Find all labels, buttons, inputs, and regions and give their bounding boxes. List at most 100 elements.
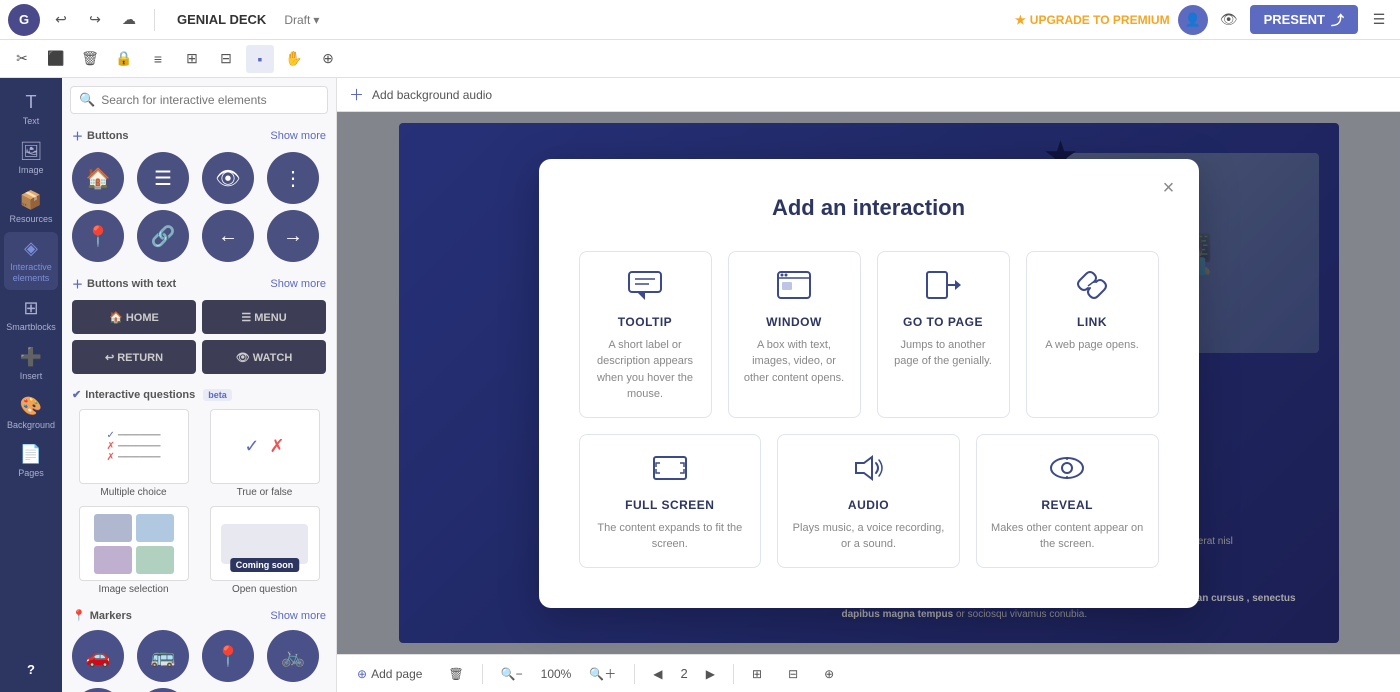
sidebar-item-pages[interactable]: 📄 Pages (4, 438, 58, 485)
doc-name-area[interactable]: GENIAL DECK (167, 8, 276, 31)
canvas-top-bar: ＋ Add background audio (337, 78, 1400, 112)
help-button[interactable]: ? (18, 656, 44, 682)
btn-text-home[interactable]: 🏠 HOME (72, 300, 196, 334)
delete-icon[interactable]: 🗑 (76, 45, 104, 73)
plus2-icon: ＋ (72, 276, 83, 292)
interaction-cards-row1: TOOLTIP A short label or description app… (579, 251, 1159, 418)
reveal-icon (1049, 453, 1085, 490)
check-icon: ✔ (72, 388, 81, 401)
upgrade-button[interactable]: ★ UPGRADE TO PREMIUM (1015, 13, 1170, 27)
search-input[interactable] (101, 93, 319, 107)
sidebar-item-label-insert: Insert (20, 371, 43, 382)
sidebar-item-text[interactable]: T Text (4, 86, 58, 133)
zoom-in-button[interactable]: 🔍＋ (581, 662, 624, 685)
markers-section-header: 📍 Markers Show more (62, 603, 336, 626)
zoom-out-button[interactable]: 🔍− (493, 664, 531, 684)
interaction-full-screen[interactable]: FULL SCREEN The content expands to fit t… (579, 434, 762, 568)
prev-page-button[interactable]: ◀ (645, 664, 670, 684)
shape-icon[interactable]: ▪ (246, 45, 274, 73)
button-dots[interactable]: ⋮ (267, 152, 319, 204)
q-open-question[interactable]: Coming soon Open question (203, 506, 326, 595)
undo-button[interactable]: ↩ (48, 7, 74, 33)
add-background-audio-label[interactable]: Add background audio (372, 88, 492, 102)
sidebar-item-image[interactable]: 🖼 Image (4, 135, 58, 182)
reveal-title: REVEAL (1041, 498, 1093, 512)
button-link[interactable]: 🔗 (137, 210, 189, 262)
menu-icon[interactable]: ☰ (1366, 7, 1392, 33)
cloud-save-icon[interactable]: ☁ (116, 7, 142, 33)
logo-button[interactable]: G (8, 4, 40, 36)
modal-close-button[interactable]: × (1155, 175, 1183, 203)
sidebar-item-insert[interactable]: ➕ Insert (4, 341, 58, 388)
sidebar-item-smartblocks[interactable]: ⊞ Smartblocks (4, 292, 58, 339)
button-eye[interactable]: 👁 (202, 152, 254, 204)
add-page-button[interactable]: ⊕ Add page (349, 664, 430, 684)
button-left[interactable]: ← (202, 210, 254, 262)
beta-badge: beta (203, 389, 232, 401)
button-menu[interactable]: ☰ (137, 152, 189, 204)
share-icon: ⤴ (1331, 10, 1344, 29)
interaction-audio[interactable]: AUDIO Plays music, a voice recording, or… (777, 434, 960, 568)
group-icon[interactable]: ⊞ (178, 45, 206, 73)
interaction-tooltip[interactable]: TOOLTIP A short label or description app… (579, 251, 712, 418)
second-toolbar: ✂ ⬛ 🗑 🔒 ≡ ⊞ ⊟ ▪ ✋ ⊕ (0, 40, 1400, 78)
next-page-button[interactable]: ▶ (698, 664, 723, 684)
search-bar[interactable]: 🔍 (70, 86, 328, 114)
buttons-text-show-more[interactable]: Show more (270, 278, 326, 290)
go-to-page-desc: Jumps to another page of the genially. (892, 337, 995, 370)
redo-button[interactable]: ↪ (82, 7, 108, 33)
btn-text-return[interactable]: ↩ RETURN (72, 340, 196, 374)
marker-5[interactable]: 🏪 (72, 688, 124, 692)
iq-title: ✔ Interactive questions beta (72, 388, 232, 401)
canvas-content: 👨‍💻 ★ sagittis curabitur, dui aliquam ac… (337, 112, 1400, 654)
present-button[interactable]: PRESENT ⤴ (1250, 5, 1358, 34)
copy-icon[interactable]: ⬛ (42, 45, 70, 73)
lock-icon[interactable]: 🔒 (110, 45, 138, 73)
btn-text-menu[interactable]: ☰ MENU (202, 300, 326, 334)
btn-text-watch[interactable]: 👁 WATCH (202, 340, 326, 374)
grid-view-button[interactable]: ⊞ (744, 664, 770, 684)
delete-page-button[interactable]: 🗑 (440, 664, 471, 684)
q-true-false[interactable]: ✓ ✗ True or false (203, 409, 326, 498)
marker-bike[interactable]: 🚲 (267, 630, 319, 682)
avatar-button[interactable]: 👤 (1178, 5, 1208, 35)
elements-panel: 🔍 ＋ Buttons Show more 🏠 ☰ 👁 ⋮ 📍 🔗 ← → (62, 78, 337, 692)
interaction-cards-row2: FULL SCREEN The content expands to fit t… (579, 434, 1159, 568)
sidebar-item-label-text: Text (23, 116, 40, 127)
add-icon[interactable]: ⊕ (314, 45, 342, 73)
q-image-selection[interactable]: Image selection (72, 506, 195, 595)
interaction-link[interactable]: LINK A web page opens. (1026, 251, 1159, 418)
markers-show-more[interactable]: Show more (270, 610, 326, 622)
marker-car[interactable]: 🚗 (72, 630, 124, 682)
interaction-go-to-page[interactable]: GO TO PAGE Jumps to another page of the … (877, 251, 1010, 418)
crop-icon[interactable]: ⊟ (212, 45, 240, 73)
fit-button[interactable]: ⊟ (780, 664, 806, 684)
marker-6[interactable]: 🏬 (137, 688, 189, 692)
settings-icon[interactable]: 👁 (1216, 7, 1242, 33)
marker-bus[interactable]: 🚌 (137, 630, 189, 682)
window-title: WINDOW (766, 315, 822, 329)
tooltip-desc: A short label or description appears whe… (594, 337, 697, 403)
interaction-window[interactable]: WINDOW A box with text, images, video, o… (728, 251, 861, 418)
doc-status[interactable]: Draft ▾ (284, 13, 319, 27)
button-home[interactable]: 🏠 (72, 152, 124, 204)
sidebar-item-resources[interactable]: 📦 Resources (4, 184, 58, 231)
hand-icon[interactable]: ✋ (280, 45, 308, 73)
layers-icon[interactable]: ≡ (144, 45, 172, 73)
button-right[interactable]: → (267, 210, 319, 262)
sidebar-item-interactive[interactable]: ◈ Interactiveelements (4, 232, 58, 290)
doc-name: GENIAL DECK (177, 12, 266, 27)
button-pin[interactable]: 📍 (72, 210, 124, 262)
background-icon: 🎨 (20, 396, 42, 417)
sidebar-item-background[interactable]: 🎨 Background (4, 390, 58, 437)
go-to-page-icon (925, 270, 961, 307)
link-desc: A web page opens. (1045, 337, 1139, 354)
interaction-reveal[interactable]: REVEAL Makes other content appear on the… (976, 434, 1159, 568)
more-options-button[interactable]: ⊕ (816, 664, 842, 684)
q-multiple-choice[interactable]: ✓ ────── ✗ ────── ✗ ────── Multiple choi… (72, 409, 195, 498)
cut-icon[interactable]: ✂ (8, 45, 36, 73)
buttons-show-more[interactable]: Show more (270, 130, 326, 142)
buttons-text-section-header: ＋ Buttons with text Show more (62, 270, 336, 296)
marker-location[interactable]: 📍 (202, 630, 254, 682)
bottom-separator-3 (733, 664, 734, 684)
